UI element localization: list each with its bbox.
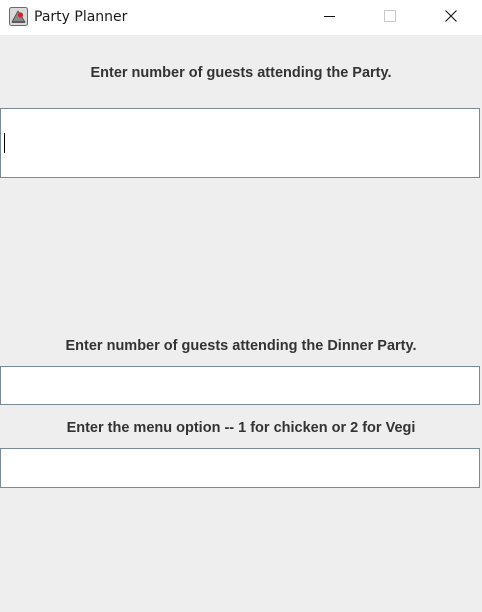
menu-option-input[interactable]	[0, 448, 480, 488]
dinner-guests-label: Enter number of guests attending the Din…	[65, 338, 417, 354]
guests-input[interactable]	[1, 109, 479, 177]
dinner-guests-input[interactable]	[0, 366, 480, 405]
maximize-button[interactable]	[367, 0, 413, 33]
window-title: Party Planner	[34, 9, 128, 25]
close-button[interactable]	[428, 0, 474, 33]
maximize-icon	[384, 10, 396, 22]
text-caret	[4, 133, 5, 153]
guests-label: Enter number of guests attending the Par…	[90, 65, 392, 81]
minimize-button[interactable]	[307, 0, 353, 33]
menu-option-label: Enter the menu option -- 1 for chicken o…	[66, 420, 416, 436]
close-icon	[445, 10, 457, 22]
minimize-icon	[324, 16, 335, 17]
title-bar: Party Planner	[0, 0, 482, 35]
guests-field-wrapper	[0, 108, 480, 178]
java-app-icon[interactable]	[9, 7, 28, 26]
